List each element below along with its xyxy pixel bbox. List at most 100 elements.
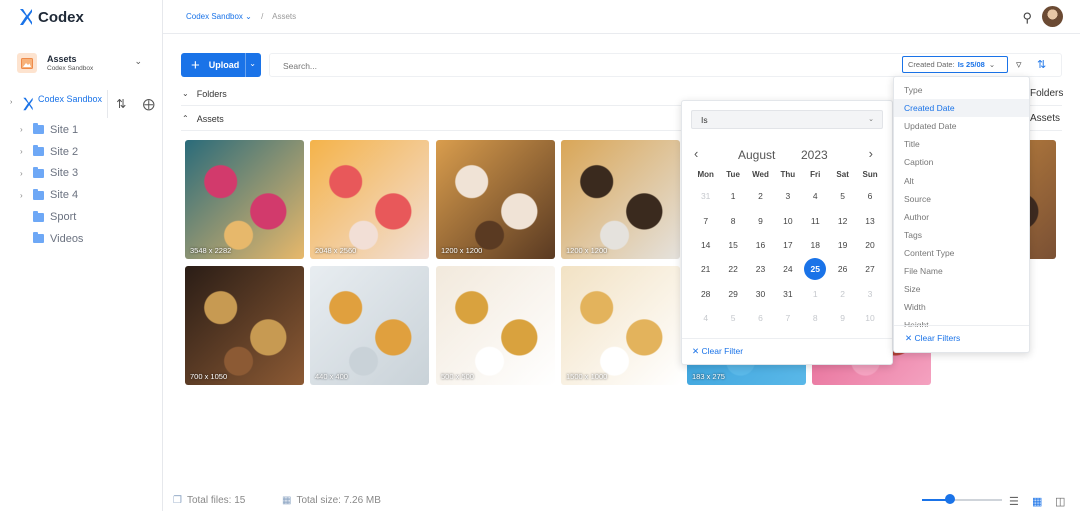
calendar-day[interactable]: 13 <box>856 208 883 232</box>
calendar-day[interactable]: 28 <box>692 282 719 306</box>
asset-thumbnail[interactable]: 700 x 1050 <box>185 266 304 385</box>
chevron-right-icon[interactable]: › <box>20 147 33 156</box>
sidebar-item-videos[interactable]: Videos <box>20 228 83 250</box>
app-switcher[interactable]: Assets Codex Sandbox ⌄ <box>17 47 147 79</box>
calendar-day[interactable]: 31 <box>692 184 719 208</box>
filter-field-type[interactable]: Type <box>894 81 1029 99</box>
calendar-day[interactable]: 22 <box>719 257 746 281</box>
calendar-day[interactable]: 8 <box>802 306 829 330</box>
calendar-day[interactable]: 2 <box>829 282 856 306</box>
asset-thumbnail[interactable]: 440 x 400 <box>310 266 429 385</box>
clear-filters-button[interactable]: ✕ Clear Filters <box>905 333 960 344</box>
calendar-day[interactable]: 1 <box>719 184 746 208</box>
filter-field-file-name[interactable]: File Name <box>894 262 1029 280</box>
filter-field-updated-date[interactable]: Updated Date <box>894 117 1029 135</box>
calendar-day[interactable]: 9 <box>829 306 856 330</box>
calendar-day[interactable]: 29 <box>719 282 746 306</box>
calendar-day[interactable]: 12 <box>829 208 856 232</box>
calendar-day[interactable]: 27 <box>856 257 883 281</box>
calendar-day[interactable]: 7 <box>692 208 719 232</box>
add-folder-icon[interactable]: ⨁ <box>143 97 155 111</box>
calendar-day[interactable]: 11 <box>802 208 829 232</box>
calendar-day[interactable]: 8 <box>719 208 746 232</box>
zoom-slider[interactable] <box>922 499 1002 501</box>
filter-field-alt[interactable]: Alt <box>894 171 1029 189</box>
created-date-filter-chip[interactable]: Created Date: Is 25/08 ⌄ <box>902 56 1008 73</box>
calendar-day[interactable]: 31 <box>774 282 801 306</box>
asset-thumbnail[interactable]: 3548 x 2282 <box>185 140 304 259</box>
sidebar-item-site-1[interactable]: › Site 1 <box>20 119 83 141</box>
chevron-right-icon[interactable]: › <box>10 99 12 106</box>
calendar-day[interactable]: 10 <box>856 306 883 330</box>
operator-select[interactable]: Is ⌄ <box>691 110 883 129</box>
calendar-day[interactable]: 1 <box>802 282 829 306</box>
list-view-icon[interactable]: ☰ <box>1009 495 1019 508</box>
calendar-day[interactable]: 23 <box>747 257 774 281</box>
calendar-day[interactable]: 9 <box>747 208 774 232</box>
details-view-icon[interactable]: ◫ <box>1055 495 1065 508</box>
calendar-day[interactable]: 5 <box>719 306 746 330</box>
sidebar-item-sport[interactable]: Sport <box>20 206 83 228</box>
calendar-day[interactable]: 20 <box>856 233 883 257</box>
sidebar-item-site-3[interactable]: › Site 3 <box>20 163 83 185</box>
asset-thumbnail[interactable]: 500 x 500 <box>436 266 555 385</box>
sidebar-item-site-2[interactable]: › Site 2 <box>20 141 83 163</box>
calendar-day[interactable]: 24 <box>774 257 801 281</box>
calendar-year[interactable]: 2023 <box>801 148 828 162</box>
sort-icon[interactable]: ⇅ <box>1037 58 1046 71</box>
filter-field-author[interactable]: Author <box>894 208 1029 226</box>
filter-icon[interactable]: ▿ <box>1016 58 1022 71</box>
calendar-day[interactable]: 30 <box>747 282 774 306</box>
sidebar-item-site-4[interactable]: › Site 4 <box>20 184 83 206</box>
asset-thumbnail[interactable]: 1200 x 1200 <box>561 140 680 259</box>
breadcrumb-root[interactable]: Codex Sandbox ⌄ <box>186 12 252 21</box>
asset-thumbnail[interactable]: 2048 x 2560 <box>310 140 429 259</box>
chevron-right-icon[interactable]: › <box>20 169 33 178</box>
search-input[interactable] <box>283 61 583 71</box>
filter-field-width[interactable]: Width <box>894 298 1029 316</box>
calendar-day[interactable]: 17 <box>774 233 801 257</box>
search-icon[interactable]: ⚲ <box>1022 10 1032 26</box>
upload-button[interactable]: + Upload ⌄ <box>181 53 261 77</box>
filter-field-source[interactable]: Source <box>894 190 1029 208</box>
tree-root-codex-sandbox[interactable]: › Codex Sandbox <box>10 93 110 117</box>
zoom-slider-handle[interactable] <box>945 494 955 504</box>
chevron-right-icon[interactable]: › <box>20 191 33 200</box>
filter-field-tags[interactable]: Tags <box>894 226 1029 244</box>
calendar-day[interactable]: 18 <box>802 233 829 257</box>
sort-tree-icon[interactable]: ⇅ <box>116 97 126 111</box>
clear-filter-button[interactable]: ✕ Clear Filter <box>692 346 743 357</box>
calendar-day[interactable]: 7 <box>774 306 801 330</box>
calendar-day[interactable]: 6 <box>856 184 883 208</box>
calendar-month[interactable]: August <box>738 148 775 162</box>
chevron-right-icon[interactable]: › <box>20 125 33 134</box>
next-month-icon[interactable]: › <box>869 146 873 161</box>
filter-field-title[interactable]: Title <box>894 135 1029 153</box>
calendar-day[interactable]: 3 <box>774 184 801 208</box>
filter-field-caption[interactable]: Caption <box>894 153 1029 171</box>
calendar-day[interactable]: 4 <box>802 184 829 208</box>
calendar-day[interactable]: 16 <box>747 233 774 257</box>
calendar-day[interactable]: 14 <box>692 233 719 257</box>
grid-view-icon[interactable]: ▦ <box>1032 495 1042 508</box>
filter-field-created-date[interactable]: Created Date <box>894 99 1029 118</box>
logo[interactable]: Codex <box>19 8 84 26</box>
calendar-day-selected[interactable]: 25 <box>802 257 829 281</box>
calendar-day[interactable]: 3 <box>856 282 883 306</box>
asset-thumbnail[interactable]: 1200 x 1200 <box>436 140 555 259</box>
calendar-day[interactable]: 19 <box>829 233 856 257</box>
calendar-day[interactable]: 15 <box>719 233 746 257</box>
upload-dropdown-icon[interactable]: ⌄ <box>249 59 256 68</box>
calendar-day[interactable]: 26 <box>829 257 856 281</box>
asset-thumbnail[interactable]: 1500 x 1000 <box>561 266 680 385</box>
filter-field-size[interactable]: Size <box>894 280 1029 298</box>
calendar-day[interactable]: 10 <box>774 208 801 232</box>
calendar-day[interactable]: 21 <box>692 257 719 281</box>
prev-month-icon[interactable]: ‹ <box>694 146 698 161</box>
calendar-day[interactable]: 6 <box>747 306 774 330</box>
calendar-day[interactable]: 5 <box>829 184 856 208</box>
filter-field-content-type[interactable]: Content Type <box>894 244 1029 262</box>
calendar-day[interactable]: 2 <box>747 184 774 208</box>
avatar[interactable] <box>1042 6 1063 27</box>
calendar-day[interactable]: 4 <box>692 306 719 330</box>
